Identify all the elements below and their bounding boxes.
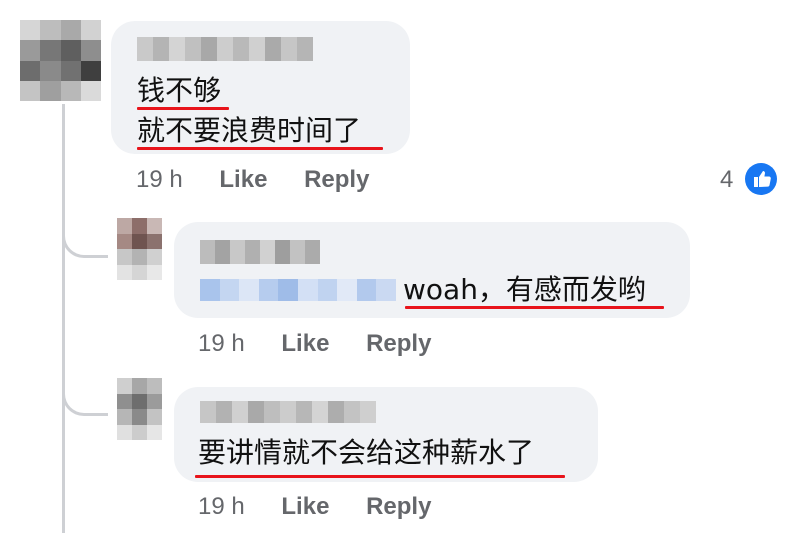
like-button[interactable]: Like: [219, 166, 267, 193]
comment-text: 要讲情就不会给这种薪水了: [198, 436, 535, 469]
avatar[interactable]: [117, 378, 162, 440]
timestamp[interactable]: 19 h: [136, 166, 183, 193]
reply-button[interactable]: Reply: [366, 493, 431, 520]
commenter-name[interactable]: [137, 37, 313, 61]
comment-text-line-2: 就不要浪费时间了: [137, 114, 362, 147]
reaction-count[interactable]: 4: [720, 166, 733, 194]
comment-actions: 19 h Like Reply: [198, 493, 431, 521]
like-button[interactable]: Like: [281, 493, 329, 520]
highlight-underline: [137, 147, 383, 150]
reply-button[interactable]: Reply: [366, 330, 431, 357]
reply-button[interactable]: Reply: [304, 166, 369, 193]
avatar[interactable]: [117, 218, 162, 280]
avatar[interactable]: [20, 20, 101, 101]
like-button[interactable]: Like: [281, 330, 329, 357]
highlight-underline: [405, 306, 664, 309]
thumbs-up-icon[interactable]: [745, 163, 777, 195]
thread-connector-reply-2: [62, 380, 108, 416]
timestamp[interactable]: 19 h: [198, 330, 245, 357]
comment-bubble: 钱不够 就不要浪费时间了: [111, 21, 410, 154]
comment-actions: 19 h Like Reply: [198, 330, 431, 358]
comment-text-line-1: 钱不够: [137, 74, 222, 107]
thread-line-vertical: [62, 104, 65, 533]
highlight-underline: [195, 475, 565, 478]
comment-bubble: woah，有感而发哟: [174, 222, 690, 318]
timestamp[interactable]: 19 h: [198, 493, 245, 520]
mentioned-user-tag[interactable]: [200, 279, 396, 301]
commenter-name[interactable]: [200, 401, 376, 423]
comment-bubble: 要讲情就不会给这种薪水了: [174, 387, 598, 482]
thread-connector-reply-1: [62, 222, 108, 258]
comment-text: woah，有感而发哟: [403, 273, 646, 306]
commenter-name[interactable]: [200, 240, 320, 264]
comment-actions: 19 h Like Reply: [136, 166, 369, 194]
highlight-underline: [137, 107, 229, 110]
